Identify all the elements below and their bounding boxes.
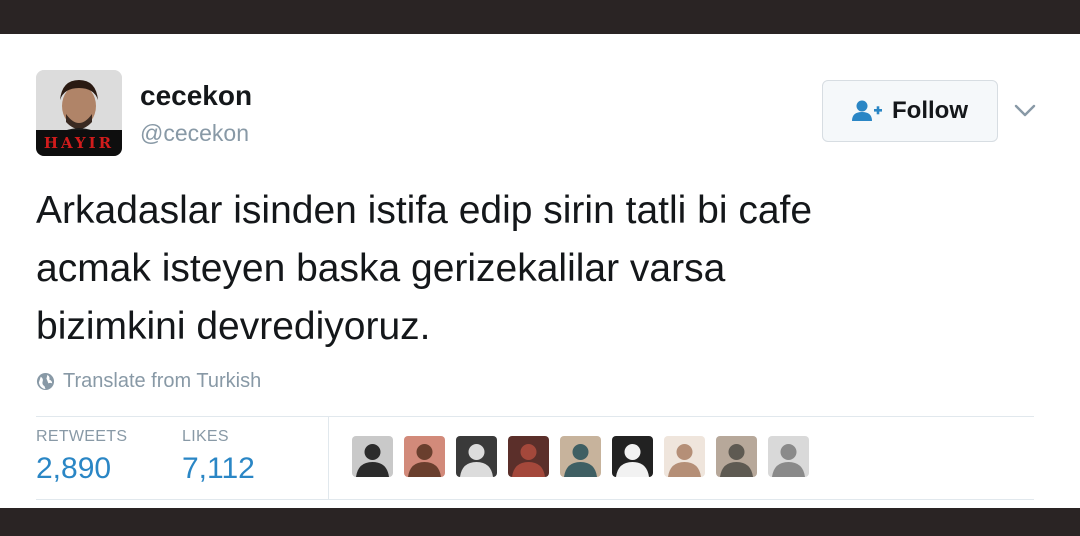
tweet-text: Arkadaslar isinden istifa edip sirin tat… (36, 182, 1026, 356)
chevron-down-icon[interactable] (1012, 100, 1038, 120)
liker-avatar[interactable] (404, 436, 445, 477)
retweets-stat[interactable]: RETWEETS 2,890 (36, 428, 127, 486)
liker-avatar[interactable] (664, 436, 705, 477)
globe-icon (36, 372, 55, 391)
likes-stat[interactable]: LIKES 7,112 (182, 428, 255, 486)
translate-link[interactable]: Translate from Turkish (36, 370, 261, 393)
likers-avatar-row (352, 436, 809, 477)
follow-button[interactable]: Follow (822, 80, 998, 142)
retweets-label: RETWEETS (36, 428, 128, 445)
top-dark-border (0, 0, 1080, 34)
translate-label: Translate from Turkish (63, 370, 262, 392)
retweets-count: 2,890 (36, 452, 112, 485)
tweet-text-line: acmak isteyen baska gerizekalilar varsa (36, 247, 726, 290)
avatar-tag: HAYIR (36, 130, 122, 156)
tweet-card: HAYIR cecekon @cecekon Follow Arkadaslar… (0, 34, 1080, 508)
likes-label: LIKES (182, 428, 229, 445)
liker-avatar[interactable] (768, 436, 809, 477)
tweet-text-line: bizimkini devrediyoruz. (36, 305, 431, 348)
bottom-dark-border (0, 508, 1080, 536)
follow-user-icon (852, 100, 882, 121)
stats-divider-bottom (36, 499, 1034, 500)
follow-label: Follow (892, 97, 968, 124)
liker-avatar[interactable] (456, 436, 497, 477)
liker-avatar[interactable] (716, 436, 757, 477)
liker-avatar[interactable] (352, 436, 393, 477)
tweet-text-line: Arkadaslar isinden istifa edip sirin tat… (36, 189, 813, 232)
stats-divider-top (36, 416, 1034, 417)
liker-avatar[interactable] (508, 436, 549, 477)
avatar[interactable]: HAYIR (36, 70, 122, 156)
likes-count: 7,112 (182, 452, 255, 485)
stats-divider-vertical (328, 417, 329, 499)
liker-avatar[interactable] (560, 436, 601, 477)
user-handle[interactable]: @cecekon (140, 120, 249, 147)
display-name[interactable]: cecekon (140, 80, 252, 112)
liker-avatar[interactable] (612, 436, 653, 477)
